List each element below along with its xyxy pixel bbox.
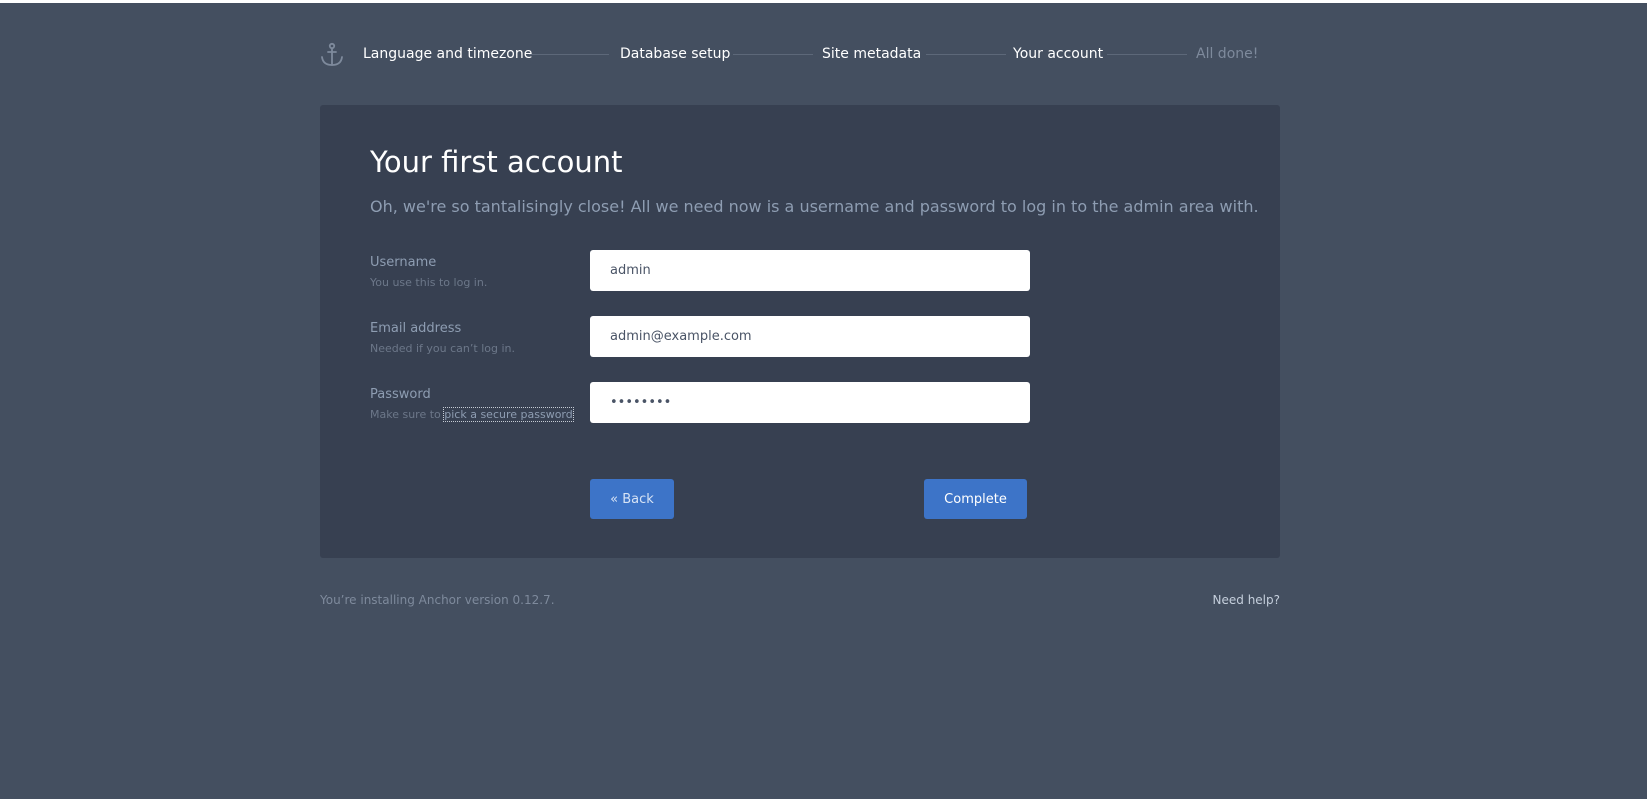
password-row: Password Make sure to pick a secure pass… bbox=[370, 382, 1030, 424]
username-hint: You use this to log in. bbox=[370, 276, 488, 289]
version-text: You’re installing Anchor version 0.12.7. bbox=[320, 593, 555, 607]
need-help-link[interactable]: Need help? bbox=[1213, 593, 1280, 607]
password-input[interactable] bbox=[590, 382, 1030, 423]
username-label: Username bbox=[370, 255, 437, 270]
username-input[interactable] bbox=[590, 250, 1030, 291]
step-divider bbox=[926, 54, 1006, 55]
email-row: Email address Needed if you can’t log in… bbox=[370, 316, 1030, 358]
back-button[interactable]: « Back bbox=[590, 479, 674, 519]
email-hint: Needed if you can’t log in. bbox=[370, 342, 515, 355]
step-site-metadata: Site metadata bbox=[822, 46, 922, 62]
password-hint-text: Make sure to bbox=[370, 408, 445, 421]
complete-button[interactable]: Complete bbox=[924, 479, 1027, 519]
install-steps: Language and timezone Database setup Sit… bbox=[319, 40, 1279, 70]
step-language-timezone: Language and timezone bbox=[363, 46, 533, 62]
email-input[interactable] bbox=[590, 316, 1030, 357]
secure-password-link[interactable]: pick a secure password bbox=[443, 407, 574, 422]
step-all-done: All done! bbox=[1196, 46, 1259, 62]
step-your-account: Your account bbox=[1013, 46, 1104, 62]
page-title: Your first account bbox=[370, 145, 623, 179]
email-label: Email address bbox=[370, 321, 462, 336]
username-row: Username You use this to log in. bbox=[370, 250, 1030, 292]
account-form-card: Your first account Oh, we're so tantalis… bbox=[320, 105, 1280, 558]
anchor-icon bbox=[321, 42, 343, 66]
step-divider bbox=[529, 54, 609, 55]
page-description: Oh, we're so tantalisingly close! All we… bbox=[370, 197, 1259, 216]
step-divider bbox=[1107, 54, 1187, 55]
password-label: Password bbox=[370, 387, 431, 402]
password-hint: Make sure to pick a secure password bbox=[370, 407, 574, 422]
top-border bbox=[0, 0, 1647, 3]
step-database-setup: Database setup bbox=[620, 46, 731, 62]
step-divider bbox=[733, 54, 813, 55]
